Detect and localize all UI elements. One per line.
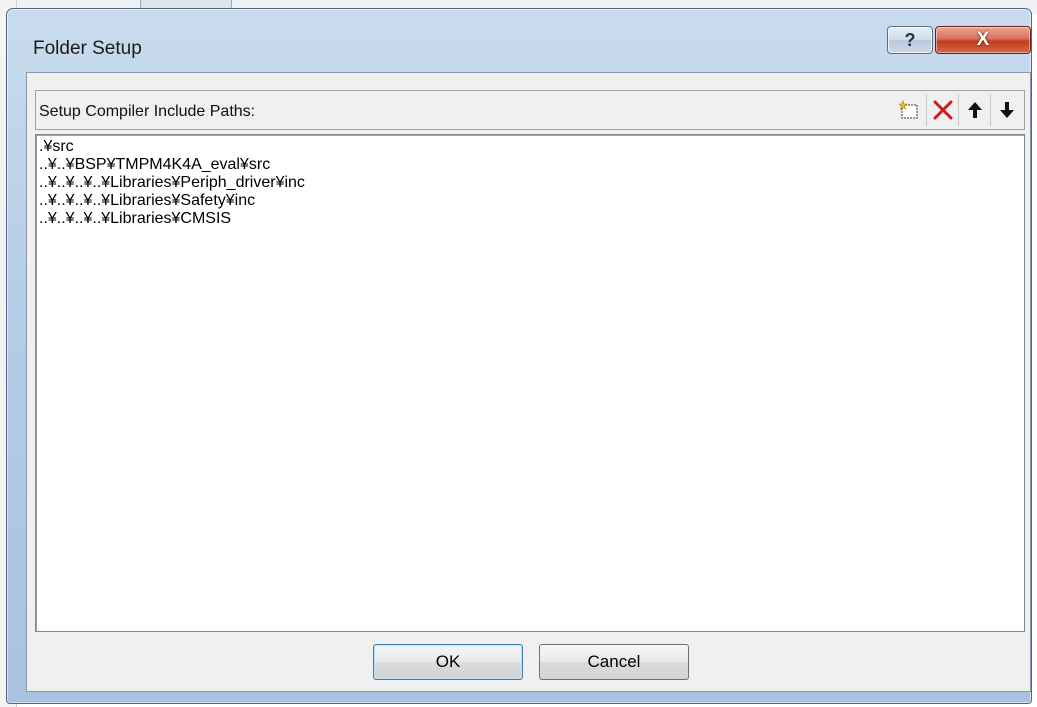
include-paths-label: Setup Compiler Include Paths: bbox=[39, 103, 256, 120]
dialog-title: Folder Setup bbox=[33, 38, 142, 59]
list-item[interactable]: ..¥..¥BSP¥TMPM4K4A_eval¥src bbox=[39, 156, 1024, 174]
list-item[interactable]: ..¥..¥..¥..¥Libraries¥Safety¥inc bbox=[39, 192, 1024, 210]
toolbar-buttons bbox=[894, 94, 1022, 126]
dialog-client-area: Setup Compiler Include Paths: .¥src ..¥.… bbox=[26, 72, 1031, 692]
move-down-icon bbox=[999, 102, 1014, 118]
move-up-icon bbox=[967, 102, 982, 118]
help-button[interactable]: ? bbox=[887, 26, 933, 54]
move-up-button[interactable] bbox=[958, 94, 990, 126]
close-button[interactable]: X bbox=[935, 26, 1031, 54]
ok-button[interactable]: OK bbox=[373, 644, 523, 680]
cancel-button[interactable]: Cancel bbox=[539, 644, 689, 680]
list-item[interactable]: .¥src bbox=[39, 138, 1024, 156]
new-folder-icon bbox=[899, 100, 918, 119]
delete-path-button[interactable] bbox=[926, 94, 958, 126]
move-down-button[interactable] bbox=[990, 94, 1022, 126]
new-path-button[interactable] bbox=[894, 94, 926, 126]
list-item[interactable]: ..¥..¥..¥..¥Libraries¥CMSIS bbox=[39, 210, 1024, 228]
include-paths-toolbar: Setup Compiler Include Paths: bbox=[35, 90, 1025, 130]
include-paths-list[interactable]: .¥src ..¥..¥BSP¥TMPM4K4A_eval¥src ..¥..¥… bbox=[35, 134, 1025, 632]
help-icon: ? bbox=[904, 29, 916, 50]
delete-icon bbox=[933, 100, 952, 120]
list-item[interactable]: ..¥..¥..¥..¥Libraries¥Periph_driver¥inc bbox=[39, 174, 1024, 192]
close-icon: X bbox=[976, 29, 990, 50]
